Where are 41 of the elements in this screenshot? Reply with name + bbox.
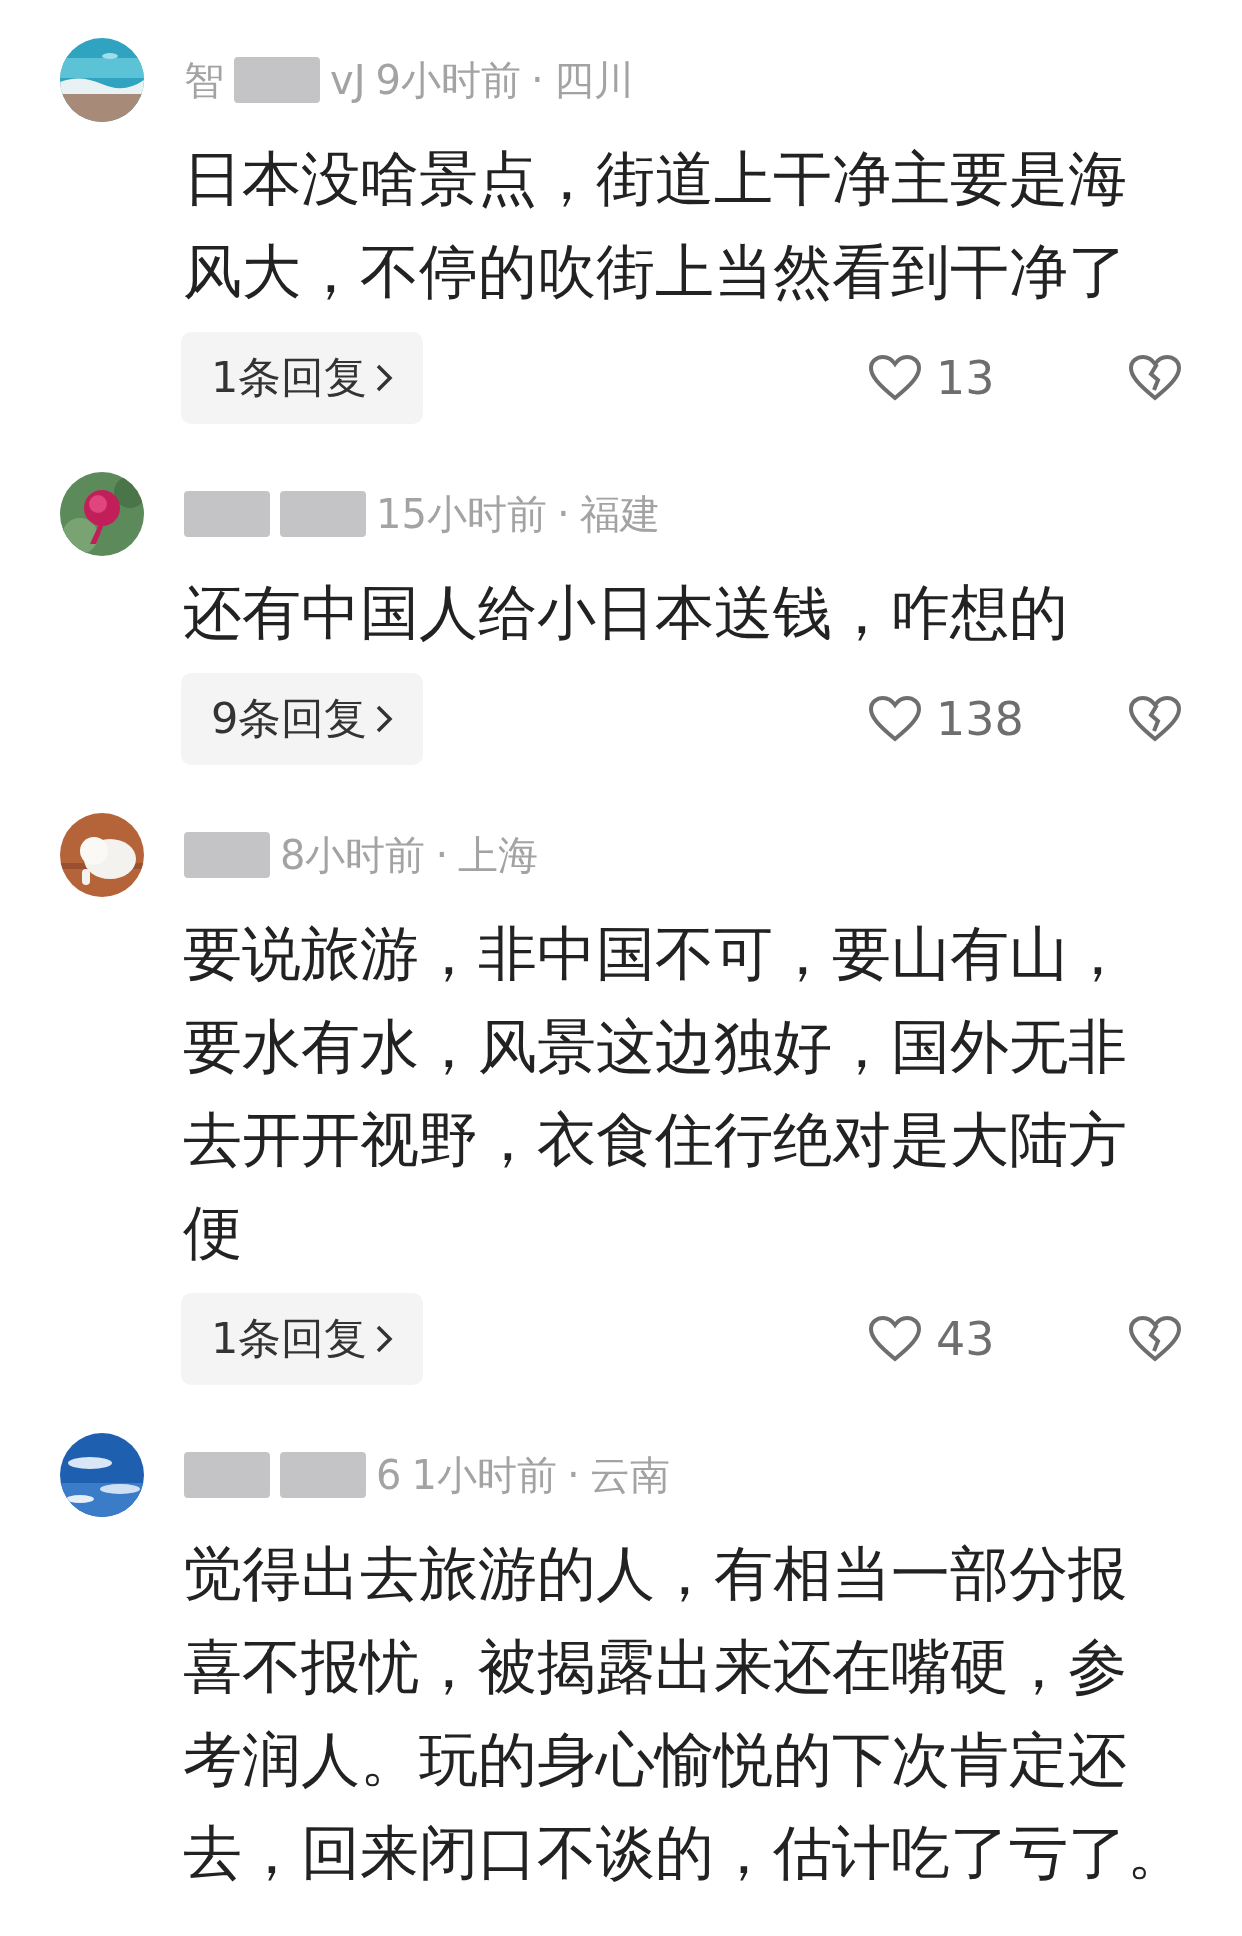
comment-location: 福建 [579,489,660,539]
username-fragment: 智 [184,55,224,105]
like-count: 138 [936,692,1024,746]
username-fragment: vJ [330,57,366,103]
comment-text-line: 要水有水，风景这边独好，国外无非 [183,1011,1127,1083]
comment-text-line: 喜不报忧，被揭露出来还在嘴硬，参 [183,1631,1127,1703]
comment-time: 15小时前 [376,489,547,539]
comment-text-line: 觉得出去旅游的人，有相当一部分报 [183,1538,1127,1610]
comment-location: 上海 [458,830,539,880]
replies-button[interactable]: 9条回复 [181,673,424,765]
comment-location: 四川 [553,55,634,105]
chevron-icon [375,704,394,734]
comment-time: 9小时前 [375,55,521,105]
comment-text-line: 便 [183,1197,242,1269]
like-count: 43 [936,1312,995,1366]
heart-icon[interactable] [868,354,922,402]
broken-heart-icon[interactable] [1128,354,1182,402]
comment-text-line: 去开开视野，衣食住行绝对是大陆方 [183,1104,1127,1176]
separator-dot: · [530,57,544,103]
comment-text-line: 还有中国人给小日本送钱，咋想的 [183,577,1068,649]
comment-text-line: 日本没啥景点，街道上干净主要是海 [183,143,1127,215]
broken-heart-icon[interactable] [1128,695,1182,743]
like-count: 13 [936,351,995,405]
broken-heart-icon[interactable] [1128,1315,1182,1363]
comment-time: 8小时前 [280,830,426,880]
heart-icon[interactable] [868,1315,922,1363]
separator-dot: · [435,832,449,878]
comment-location: 云南 [589,1450,670,1500]
replies-button[interactable]: 1条回复 [181,1293,424,1385]
heart-icon[interactable] [868,695,922,743]
comment-text-line: 去，回来闭口不谈的，估计吃了亏了。 [183,1817,1186,1889]
chevron-icon [375,1324,394,1354]
comment-text-line: 风大，不停的吹街上当然看到干净了 [183,236,1127,308]
comment-text-line: 要说旅游，非中国不可，要山有山， [183,918,1127,990]
replies-button[interactable]: 1条回复 [181,332,424,424]
separator-dot: · [566,1452,580,1498]
username-fragment: 6 [376,1452,402,1498]
separator-dot: · [556,491,570,537]
comment-time: 1小时前 [411,1450,557,1500]
chevron-icon [375,363,394,393]
comment-text-line: 考润人。玩的身心愉悦的下次肯定还 [183,1724,1127,1796]
